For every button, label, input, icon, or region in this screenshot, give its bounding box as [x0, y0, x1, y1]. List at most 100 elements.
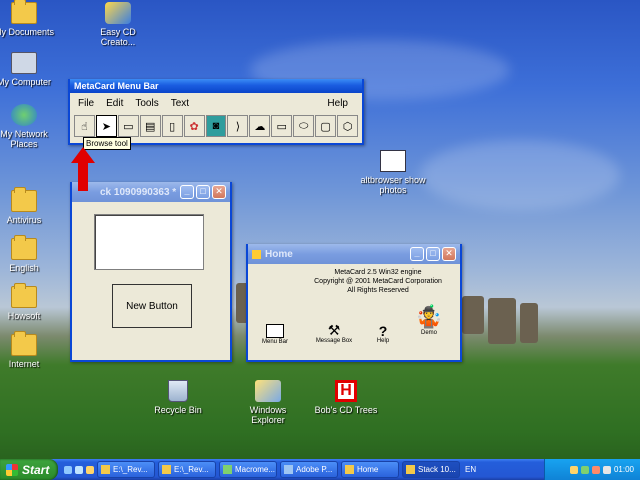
my-documents-icon	[11, 0, 37, 24]
menu-edit[interactable]: Edit	[106, 98, 123, 109]
menu-bar-title: MetaCard Menu Bar	[74, 81, 159, 91]
rounded-rect-tool-icon[interactable]: ▢	[315, 115, 337, 137]
system-tray: 01:00	[544, 459, 640, 480]
desktop-icon-windows-explorer[interactable]: Windows Explorer	[233, 380, 303, 425]
cd-trees-icon: H	[335, 380, 357, 402]
desktop-icon-english[interactable]: English	[0, 235, 59, 273]
tray-icon[interactable]	[580, 465, 589, 474]
outlook-icon[interactable]	[86, 465, 94, 474]
new-button[interactable]: New Button	[112, 284, 192, 328]
field-tool-icon[interactable]: ▤	[139, 115, 161, 137]
tool-palette: ☝ ➤ ▭ ▤ ▯ ✿ ◙ ⟩ ☁ ▭ ⬭ ▢ ⬡	[70, 113, 362, 139]
polygon-tool-icon[interactable]: ⬡	[337, 115, 358, 137]
folder-icon	[11, 235, 37, 260]
help-launcher[interactable]: ? Help	[370, 324, 396, 344]
network-places-icon	[11, 104, 37, 126]
easy-cd-creator-icon	[105, 2, 131, 24]
task-button-adobe[interactable]: Adobe P...	[280, 461, 338, 478]
stonehenge-stone	[488, 298, 516, 344]
message-box-launcher[interactable]: ⚒ Message Box	[312, 322, 356, 344]
language-indicator[interactable]: EN	[465, 465, 476, 474]
menu-bar-titlebar[interactable]: MetaCard Menu Bar	[70, 79, 362, 93]
menu-bar-window[interactable]: MetaCard Menu Bar File Edit Tools Text H…	[68, 79, 364, 145]
menu-text[interactable]: Text	[171, 98, 189, 109]
adobe-icon	[284, 465, 293, 474]
task-button-home[interactable]: Home	[341, 461, 399, 478]
close-button[interactable]: ✕	[442, 247, 456, 261]
folder-icon	[11, 331, 37, 356]
tray-icon[interactable]	[569, 465, 578, 474]
maximize-button[interactable]: □	[426, 247, 440, 261]
stack-window[interactable]: ck 1090990363 * _ □ ✕ New Button	[70, 182, 232, 362]
button-tool-icon[interactable]: ▭	[117, 115, 139, 137]
task-button-stack[interactable]: Stack 10...	[402, 461, 460, 478]
stonehenge-stone	[520, 303, 538, 343]
start-button[interactable]: Start	[0, 459, 58, 480]
taskbar: Start E:\_Rev... E:\_Rev... Macrome... A…	[0, 459, 640, 480]
stonehenge-stone	[462, 296, 484, 334]
menu-file[interactable]: File	[78, 98, 94, 109]
task-button-rev-1[interactable]: E:\_Rev...	[97, 461, 155, 478]
desktop-icon-recycle-bin[interactable]: Recycle Bin	[143, 380, 213, 415]
tray-icon[interactable]	[602, 465, 611, 474]
menu-bar-launcher[interactable]: Menu Bar	[260, 324, 290, 345]
my-computer-icon	[11, 52, 37, 74]
desktop-icon-internet[interactable]: Internet	[0, 331, 59, 369]
close-button[interactable]: ✕	[212, 185, 226, 199]
show-desktop-icon[interactable]	[75, 465, 83, 474]
folder-icon	[101, 465, 110, 474]
browse-tool-icon[interactable]: ☝	[74, 115, 95, 137]
desktop-icon-network-places[interactable]: My Network Places	[0, 104, 59, 149]
recycle-bin-icon	[168, 380, 188, 402]
home-window-titlebar[interactable]: Home _ □ ✕	[248, 244, 460, 264]
minimize-button[interactable]: _	[180, 185, 194, 199]
task-button-rev-2[interactable]: E:\_Rev...	[158, 461, 216, 478]
menu-help[interactable]: Help	[327, 98, 348, 109]
graphic-tool-icon[interactable]: ⟩	[227, 115, 249, 137]
clock[interactable]: 01:00	[614, 465, 634, 474]
desktop-icon-easy-cd-creator[interactable]: Easy CD Creato...	[83, 2, 153, 47]
folder-icon	[11, 187, 37, 212]
computer-icon	[266, 324, 284, 338]
desktop-icon-altbrowser[interactable]: altbrowser show photos	[358, 150, 428, 195]
irregular-tool-icon[interactable]: ☁	[249, 115, 271, 137]
folder-icon	[11, 283, 37, 308]
stack-window-title: ck 1090990363 *	[100, 186, 177, 198]
home-window[interactable]: Home _ □ ✕ MetaCard 2.5 Win32 engine Cop…	[246, 244, 462, 362]
folder-icon	[162, 465, 171, 474]
desktop-icon-howsoft[interactable]: Howsoft	[0, 283, 59, 321]
desktop-icon-cd-trees[interactable]: H Bob's CD Trees	[311, 380, 381, 415]
demo-launcher[interactable]: 🤹 Demo	[412, 304, 446, 336]
home-window-title: Home	[265, 248, 293, 260]
about-text: MetaCard 2.5 Win32 engine Copyright @ 20…	[314, 269, 442, 294]
minimize-button[interactable]: _	[410, 247, 424, 261]
juggler-icon: 🤹	[415, 304, 443, 329]
rectangle-tool-icon[interactable]: ▭	[271, 115, 293, 137]
desktop-icon-my-documents[interactable]: My Documents	[0, 0, 59, 37]
desktop-icon-my-computer[interactable]: My Computer	[0, 52, 59, 87]
windows-explorer-icon	[255, 380, 281, 402]
desktop-icon-antivirus[interactable]: Antivirus	[0, 187, 59, 225]
quick-launch	[64, 465, 94, 474]
tray-icon[interactable]	[591, 465, 600, 474]
menu-bar: File Edit Tools Text Help	[70, 93, 362, 113]
pointer-tool-icon[interactable]: ➤	[95, 115, 117, 137]
scrollbar-tool-icon[interactable]: ▯	[161, 115, 183, 137]
cloud-decoration	[420, 140, 620, 210]
red-arrow-annotation	[71, 147, 95, 191]
task-button-macromedia[interactable]: Macrome...	[219, 461, 277, 478]
tools-icon: ⚒	[327, 322, 341, 338]
oval-tool-icon[interactable]: ⬭	[293, 115, 315, 137]
altbrowser-icon	[380, 150, 406, 172]
image-tool-icon[interactable]: ✿	[183, 115, 205, 137]
player-tool-icon[interactable]: ◙	[205, 115, 227, 137]
macromedia-icon	[223, 465, 232, 474]
menu-tools[interactable]: Tools	[135, 98, 158, 109]
maximize-button[interactable]: □	[196, 185, 210, 199]
home-app-icon	[252, 249, 261, 259]
stack-app-icon	[406, 465, 415, 474]
ie-icon[interactable]	[64, 465, 72, 474]
stack-text-field[interactable]	[94, 214, 204, 270]
home-app-icon	[345, 465, 354, 474]
windows-flag-icon	[6, 463, 18, 476]
